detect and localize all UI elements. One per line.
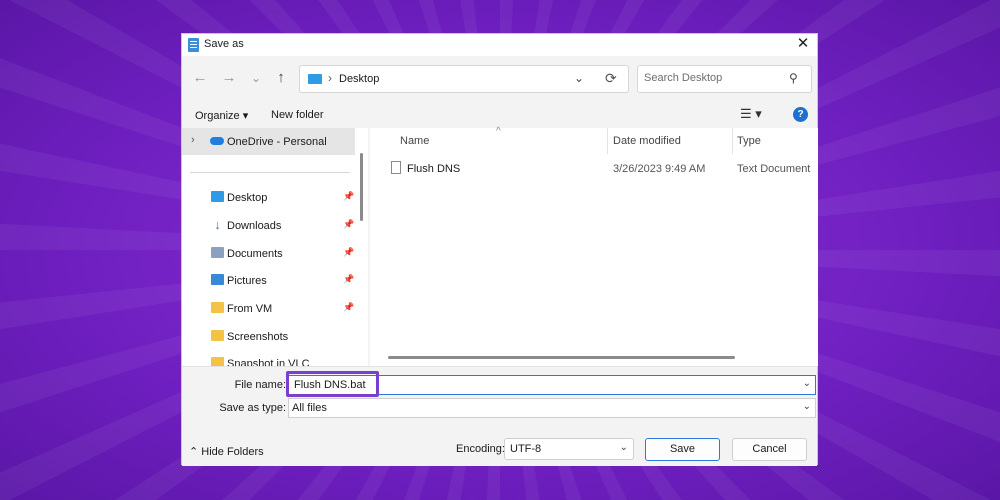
sidebar-item-pictures[interactable]: Pictures 📌: [182, 268, 355, 294]
save-as-type-label: Save as type:: [219, 402, 286, 414]
file-type: Text Document: [737, 163, 811, 175]
onedrive-cloud-icon: [210, 137, 224, 145]
pictures-icon: [211, 274, 224, 285]
download-icon: ↓: [214, 217, 221, 232]
save-as-type-value: All files: [292, 402, 327, 414]
search-icon[interactable]: ⚲: [789, 71, 798, 85]
address-dropdown-icon[interactable]: ⌄: [574, 71, 584, 85]
sidebar-item-label: Downloads: [227, 220, 282, 232]
save-button[interactable]: Save: [645, 438, 720, 461]
title-bar: Save as ✕: [182, 34, 817, 56]
chevron-down-icon[interactable]: ⌄: [803, 378, 811, 389]
save-as-type-select[interactable]: All files ⌄: [288, 398, 816, 418]
column-header-date-modified[interactable]: Date modified: [613, 135, 681, 147]
desktop-icon: [211, 191, 224, 202]
encoding-value: UTF-8: [510, 443, 542, 455]
notepad-icon: [188, 38, 199, 52]
search-box: ⚲: [637, 65, 812, 93]
command-bar: Organize ▾ New folder ☰ ▾ ?: [182, 102, 817, 128]
sidebar-item-from-vm[interactable]: From VM 📌: [182, 296, 355, 322]
documents-icon: [211, 247, 224, 258]
sidebar-item-label: Screenshots: [227, 331, 289, 343]
window-title: Save as: [204, 38, 244, 50]
column-header-type[interactable]: Type: [737, 135, 761, 147]
column-separator[interactable]: [732, 128, 733, 154]
sidebar-scrollbar[interactable]: [360, 153, 363, 221]
sidebar-item-snapshot-in-vlc[interactable]: Snapshot in VLC: [182, 351, 355, 366]
encoding-label: Encoding:: [456, 443, 505, 455]
pin-icon[interactable]: 📌: [343, 274, 354, 285]
highlight-box: [286, 371, 379, 397]
navigation-pane: › OneDrive - Personal Desktop 📌 ↓ Downlo…: [182, 128, 368, 366]
sort-ascending-icon: ^: [496, 126, 501, 137]
file-name-label: File name:: [234, 379, 286, 391]
sidebar-item-onedrive[interactable]: › OneDrive - Personal: [182, 128, 355, 155]
text-file-icon: [391, 161, 401, 174]
pin-icon[interactable]: 📌: [343, 247, 354, 258]
sidebar-item-documents[interactable]: Documents 📌: [182, 241, 355, 267]
address-bar[interactable]: › Desktop ⌄ ⟳: [299, 65, 629, 93]
back-button[interactable]: ←: [191, 69, 209, 87]
new-folder-button[interactable]: New folder: [271, 109, 324, 121]
close-button[interactable]: ✕: [795, 36, 811, 52]
help-icon[interactable]: ?: [793, 107, 808, 122]
organize-button[interactable]: Organize ▾: [195, 109, 248, 122]
sidebar-item-downloads[interactable]: ↓ Downloads 📌: [182, 213, 355, 239]
encoding-select[interactable]: UTF-8 ⌄: [504, 438, 634, 460]
file-name: Flush DNS: [407, 163, 461, 175]
chevron-down-icon[interactable]: ⌄: [620, 442, 628, 453]
forward-button[interactable]: →: [220, 69, 238, 87]
folder-icon: [211, 330, 224, 341]
file-date: 3/26/2023 9:49 AM: [613, 163, 706, 175]
sidebar-item-label: Documents: [227, 248, 283, 260]
refresh-button[interactable]: ⟳: [605, 70, 617, 87]
search-input[interactable]: [644, 72, 784, 84]
breadcrumb-desktop[interactable]: Desktop: [339, 73, 379, 85]
horizontal-scrollbar[interactable]: [388, 356, 735, 359]
desktop-folder-icon: [308, 74, 322, 84]
sidebar-divider: [190, 172, 350, 173]
up-button[interactable]: ↑: [272, 69, 290, 87]
chevron-right-icon[interactable]: ›: [191, 134, 195, 146]
chevron-down-icon[interactable]: ⌄: [803, 401, 811, 412]
breadcrumb-separator: ›: [328, 71, 332, 85]
cancel-button[interactable]: Cancel: [732, 438, 807, 461]
file-row[interactable]: Flush DNS 3/26/2023 9:49 AM Text Documen…: [370, 156, 818, 180]
sidebar-item-desktop[interactable]: Desktop 📌: [182, 185, 355, 211]
pin-icon[interactable]: 📌: [343, 191, 354, 202]
sidebar-item-label: Snapshot in VLC: [227, 358, 310, 366]
column-header-name[interactable]: Name: [400, 135, 429, 147]
hide-folders-button[interactable]: ⌃ Hide Folders: [189, 445, 264, 458]
navigation-bar: ← → ⌄ ↑ › Desktop ⌄ ⟳ ⚲: [182, 56, 817, 102]
sidebar-item-label: Desktop: [227, 192, 268, 204]
recent-locations-button[interactable]: ⌄: [247, 69, 265, 87]
save-options-panel: File name: Flush DNS.bat ⌄ Save as type:…: [182, 366, 817, 466]
file-list: ^ Name Date modified Type Flush DNS 3/26…: [370, 126, 818, 366]
view-options-icon[interactable]: ☰ ▾: [740, 106, 762, 122]
folder-icon: [211, 357, 224, 366]
sidebar-item-label: OneDrive - Personal: [227, 136, 327, 148]
sidebar-item-label: From VM: [227, 303, 273, 315]
sidebar-item-screenshots[interactable]: Screenshots: [182, 324, 355, 350]
pin-icon[interactable]: 📌: [343, 302, 354, 313]
pin-icon[interactable]: 📌: [343, 219, 354, 230]
folder-icon: [211, 302, 224, 313]
sidebar-item-label: Pictures: [227, 275, 267, 287]
save-as-dialog: Save as ✕ ← → ⌄ ↑ › Desktop ⌄ ⟳ ⚲ Organi…: [181, 33, 818, 466]
column-separator[interactable]: [607, 128, 608, 154]
